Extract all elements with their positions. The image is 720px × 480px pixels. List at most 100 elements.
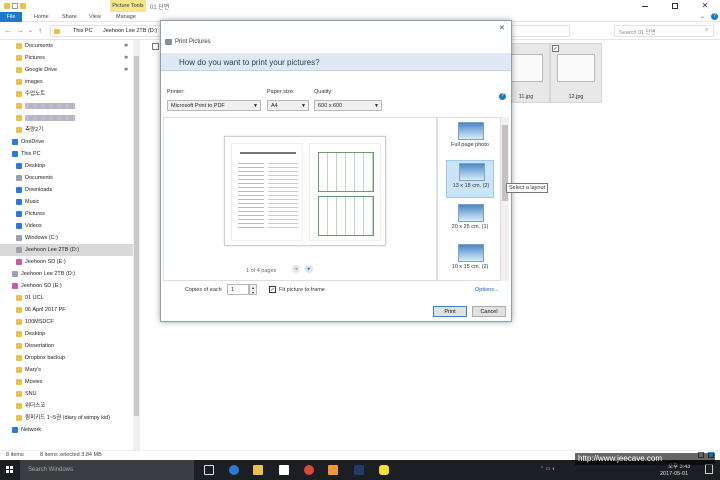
sidebar-item[interactable]: Pictures — [0, 208, 133, 220]
sidebar-item[interactable]: Movies — [0, 376, 133, 388]
chevron-down-icon[interactable]: ⌄ — [700, 13, 705, 20]
sidebar-item[interactable]: Mary's — [0, 364, 133, 376]
search-input[interactable]: Search 01 단면 ⌕ — [614, 25, 714, 37]
layout-full-page[interactable]: Full page photo — [446, 120, 494, 158]
print-preview: 1 of 4 pages ◂ ▸ — [163, 117, 437, 281]
windows-start-icon[interactable] — [0, 460, 20, 480]
sidebar-item[interactable]: Music — [0, 196, 133, 208]
taskbar-search-input[interactable]: Search Windows — [20, 460, 194, 480]
sidebar-item[interactable]: 수업노트 — [0, 88, 133, 100]
sidebar-item[interactable]: Dissertation — [0, 340, 133, 352]
pin-icon[interactable]: ✱ — [124, 52, 128, 64]
layout-13x18[interactable]: 13 x 18 cm. (2) — [446, 160, 494, 198]
sidebar-item-label: OneDrive — [21, 139, 45, 145]
sidebar-item[interactable]: Jeehoon SD (E:) — [0, 280, 133, 292]
sidebar-item[interactable]: Windows (C:) — [0, 232, 133, 244]
sidebar-item[interactable]: Network — [0, 424, 133, 436]
paper-size-label: Paper size: — [267, 89, 295, 95]
next-page-icon[interactable]: ▸ — [305, 265, 313, 273]
nav-scrollbar-thumb[interactable] — [134, 56, 139, 416]
cancel-button[interactable]: Cancel — [472, 306, 506, 317]
copies-spinner[interactable]: ▴ ▾ — [249, 284, 257, 295]
sidebar-item[interactable]: Pictures ✱ — [0, 52, 133, 64]
chrome-icon[interactable] — [304, 465, 314, 475]
notification-icon[interactable] — [705, 464, 713, 474]
sidebar-item[interactable]: 위더스코 — [0, 400, 133, 412]
edge-icon[interactable] — [229, 465, 239, 475]
sidebar-item[interactable]: 윔피키드 1~5권 (diary of wimpy kid) — [0, 412, 133, 424]
sidebar-item-label: Jeehoon SD (E:) — [21, 283, 62, 289]
folder-icon — [16, 403, 22, 409]
sidebar-item[interactable]: OneDrive — [0, 136, 133, 148]
sidebar-item[interactable]: SNU — [0, 388, 133, 400]
tab-share[interactable]: Share — [62, 12, 77, 22]
sidebar-item[interactable]: Jeehoon SD (E:) — [0, 256, 133, 268]
close-icon[interactable]: ✕ — [700, 1, 710, 11]
tab-file[interactable]: File — [0, 12, 22, 22]
sidebar-item[interactable]: 06 April 2017 PF — [0, 304, 133, 316]
tray-icons[interactable]: ⌃ ▭ ◖ — [540, 466, 570, 474]
pin-icon[interactable]: ✱ — [124, 64, 128, 76]
printer-value: Microsoft Print to PDF — [171, 103, 225, 109]
sidebar-item[interactable]: images — [0, 76, 133, 88]
sidebar-item[interactable]: 100MSDCF — [0, 316, 133, 328]
tab-manage[interactable]: Manage — [116, 12, 136, 22]
sidebar-item[interactable]: Desktop — [0, 160, 133, 172]
sidebar-item-label: Jeehoon Lee 2TB (D:) — [25, 247, 80, 253]
sidebar-item[interactable]: 01 UCL — [0, 292, 133, 304]
kakaotalk-icon[interactable] — [379, 465, 389, 475]
task-view-icon[interactable] — [204, 465, 214, 475]
tab-view[interactable]: View — [89, 12, 101, 22]
sidebar-item[interactable]: Google Drive ✱ — [0, 64, 133, 76]
checkbox-icon[interactable]: ✓ — [552, 45, 559, 52]
folder-icon — [16, 91, 22, 97]
copies-input[interactable]: 1 — [227, 284, 249, 295]
forward-icon[interactable]: → — [16, 26, 24, 35]
sidebar-item[interactable]: Downloads — [0, 184, 133, 196]
minimize-icon[interactable] — [640, 2, 650, 10]
file-explorer-icon[interactable] — [253, 465, 263, 475]
taskbar-search-placeholder: Search Windows — [28, 467, 74, 473]
sidebar-item[interactable]: Dropbox backup — [0, 352, 133, 364]
layout-20x25[interactable]: 20 x 25 cm. (1) — [446, 202, 494, 240]
sidebar-item[interactable]: Videos — [0, 220, 133, 232]
options-link[interactable]: Options... — [475, 287, 499, 293]
sidebar-item[interactable]: Jeehoon Lee 2TB (D:) — [0, 268, 133, 280]
quick-access-icons[interactable] — [4, 2, 26, 10]
sidebar-item[interactable]: Desktop — [0, 328, 133, 340]
printer-icon — [165, 39, 172, 45]
preview-page — [224, 136, 386, 246]
up-icon[interactable]: ↑ — [38, 26, 42, 35]
recent-locations-icon[interactable]: ⌄ — [28, 27, 33, 34]
clock-date[interactable]: 2017-05-01 — [660, 471, 688, 477]
checkbox-icon[interactable] — [152, 43, 159, 50]
file-thumbnail[interactable]: ✓ 12.jpg — [550, 43, 602, 103]
paper-size-select[interactable]: A4 ▼ — [267, 100, 309, 111]
print-button[interactable]: Print — [433, 306, 467, 317]
photoshop-icon[interactable] — [354, 465, 364, 475]
sidebar-item[interactable]: Documents — [0, 172, 133, 184]
dialog-close-icon[interactable]: ✕ — [499, 24, 505, 32]
breadcrumb-drive[interactable]: Jeehoon Lee 2TB (D:) — [103, 28, 157, 34]
back-icon[interactable]: ← — [4, 26, 12, 35]
store-icon[interactable] — [279, 465, 289, 475]
fit-to-frame-checkbox[interactable]: ✓ — [269, 286, 276, 293]
sidebar-item[interactable]: Documents ✱ — [0, 40, 133, 52]
sidebar-item[interactable]: 측량2기 — [0, 124, 133, 136]
previous-page-icon[interactable]: ◂ — [292, 265, 300, 273]
printer-select[interactable]: Microsoft Print to PDF ▼ — [167, 100, 261, 111]
quality-select[interactable]: 600 x 600 ▼ — [314, 100, 382, 111]
maximize-icon[interactable] — [670, 2, 680, 10]
paint-icon[interactable] — [328, 465, 338, 475]
sidebar-item-label: Windows (C:) — [25, 235, 59, 241]
sidebar-item[interactable] — [0, 112, 133, 124]
help-icon[interactable]: ? — [711, 13, 718, 20]
tab-home[interactable]: Home — [34, 12, 49, 22]
pin-icon[interactable]: ✱ — [124, 40, 128, 52]
layout-10x15[interactable]: 10 x 15 cm. (2) — [446, 242, 494, 280]
sidebar-item[interactable]: Jeehoon Lee 2TB (D:) — [0, 244, 133, 256]
help-icon[interactable]: ? — [499, 93, 506, 100]
sidebar-item[interactable] — [0, 100, 133, 112]
breadcrumb-this-pc[interactable]: This PC — [73, 28, 93, 34]
sidebar-item[interactable]: This PC — [0, 148, 133, 160]
